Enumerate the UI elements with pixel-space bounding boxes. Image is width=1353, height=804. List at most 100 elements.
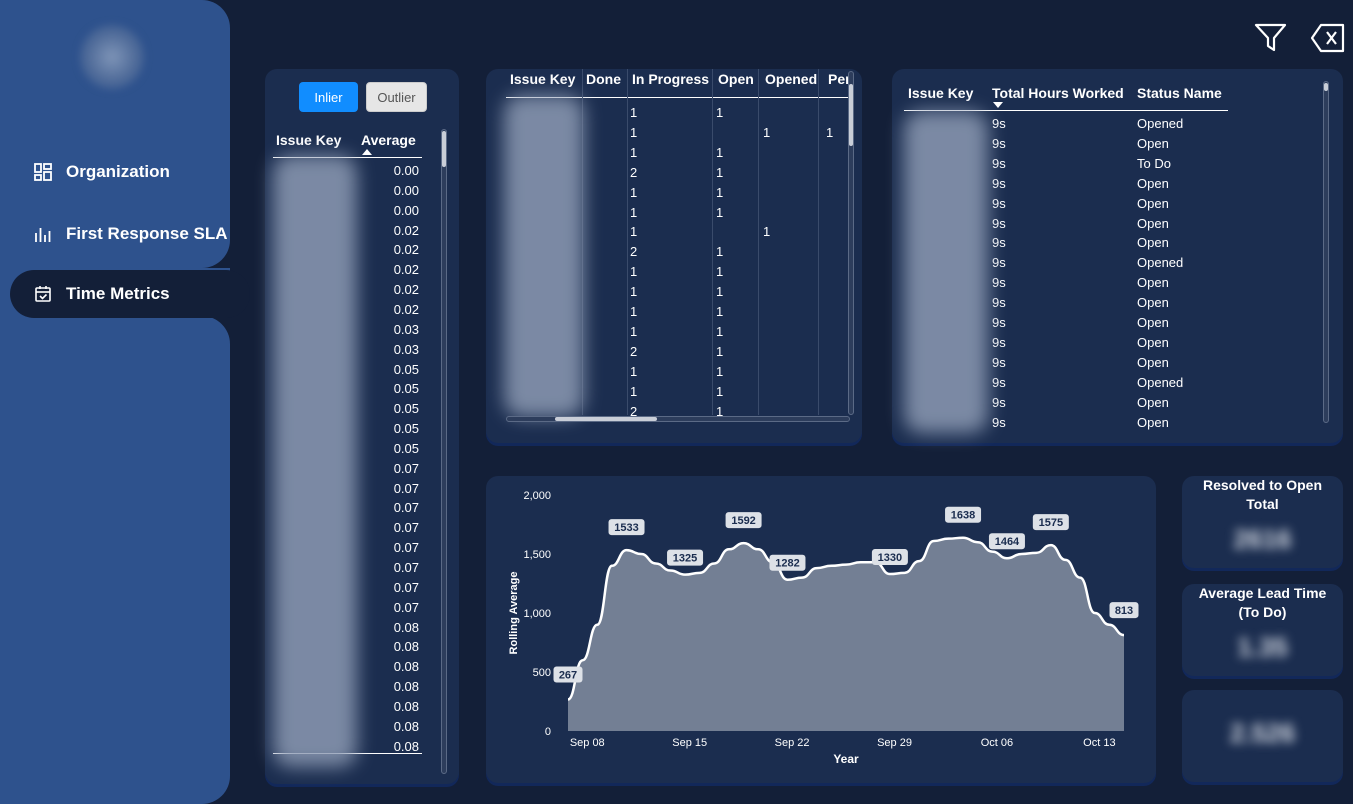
column-header[interactable]: Done [586, 71, 621, 87]
vertical-scrollbar[interactable] [848, 71, 854, 415]
status-cell: Open [1137, 295, 1169, 311]
scrollbar-thumb[interactable] [1324, 83, 1328, 91]
inlier-button[interactable]: Inlier [299, 82, 358, 112]
data-label: 1325 [673, 553, 697, 565]
table-cell: 1 [630, 264, 638, 280]
table-cell: 1 [630, 124, 638, 140]
sidebar-item-first-response-sla[interactable]: First Response SLA [10, 210, 230, 258]
data-label: 267 [559, 669, 577, 681]
column-header-issue-key[interactable]: Issue Key [276, 132, 341, 148]
status-cell: Open [1137, 275, 1169, 291]
table-cell: 1 [630, 144, 638, 160]
sort-descending-icon [993, 102, 1003, 108]
hours-cell: 9s [992, 394, 1006, 410]
sort-ascending-icon [362, 149, 372, 155]
average-cell: 0.05 [393, 361, 419, 377]
status-cell: Open [1137, 195, 1169, 211]
sidebar [0, 0, 230, 804]
hours-cell: 9s [992, 235, 1006, 251]
redacted-issue-keys [904, 111, 988, 433]
y-tick-label: 2,000 [523, 490, 551, 502]
table-cell: 1 [630, 184, 638, 200]
column-header[interactable]: Open [718, 71, 754, 87]
average-cell: 0.02 [393, 282, 419, 298]
table-cell: 1 [716, 264, 724, 280]
status-cell: Opened [1137, 374, 1184, 390]
data-label: 1464 [995, 536, 1020, 548]
sidebar-item-time-metrics[interactable]: Time Metrics [10, 270, 250, 318]
table-cell: 1 [716, 284, 724, 300]
average-cell: 0.02 [393, 222, 419, 238]
kpi-title: Average Lead Time (To Do) [1198, 585, 1327, 620]
table-cell: 1 [716, 343, 724, 359]
hours-cell: 9s [992, 275, 1006, 291]
table-cell: 1 [763, 224, 771, 240]
column-separator [627, 69, 628, 415]
average-cell: 0.08 [393, 639, 419, 655]
hours-cell: 9s [992, 315, 1006, 330]
table-cell: 1 [763, 124, 771, 140]
status-cell: Open [1137, 315, 1169, 330]
table-cell: 1 [630, 363, 638, 379]
status-cell: To Do [1137, 155, 1171, 171]
column-header-issue-key[interactable]: Issue Key [908, 85, 973, 101]
hours-cell: 9s [992, 255, 1006, 271]
data-label: 1575 [1039, 517, 1063, 529]
column-separator [818, 69, 819, 415]
y-tick-label: 1,500 [523, 549, 551, 561]
redacted-issue-keys [504, 95, 584, 417]
table-cell: 2 [630, 164, 638, 180]
table-cell: 1 [630, 204, 638, 220]
average-cell: 0.08 [393, 619, 419, 635]
status-cell: Opened [1137, 116, 1184, 131]
filter-icon[interactable] [1254, 22, 1288, 54]
data-label: 1533 [614, 522, 638, 534]
column-header[interactable]: In Progress [632, 71, 709, 87]
table-cell: 1 [716, 323, 724, 339]
vertical-scrollbar[interactable] [441, 129, 447, 774]
column-header[interactable]: Issue Key [510, 71, 575, 87]
average-cell: 0.00 [393, 182, 419, 198]
average-cell: 0.05 [393, 421, 419, 437]
hours-cell: 9s [992, 116, 1006, 131]
table-cell: 2 [630, 343, 638, 359]
scrollbar-thumb[interactable] [849, 84, 853, 146]
calendar-check-icon [32, 283, 54, 305]
y-tick-label: 0 [545, 726, 551, 738]
scrollbar-thumb[interactable] [442, 131, 446, 167]
average-cell: 0.08 [393, 738, 419, 754]
column-header-total-hours-worked[interactable]: Total Hours Worked [992, 85, 1124, 101]
average-cell: 0.07 [393, 599, 419, 615]
backspace-close-icon[interactable] [1310, 22, 1346, 54]
table-cell: 1 [716, 105, 724, 120]
average-cell: 0.07 [393, 520, 419, 536]
x-tick-label: Oct 06 [981, 737, 1013, 749]
area-fill [568, 537, 1124, 731]
vertical-scrollbar[interactable] [1323, 81, 1329, 423]
sidebar-item-organization[interactable]: Organization [10, 148, 230, 196]
column-header-average[interactable]: Average [361, 132, 416, 148]
sidebar-item-label: Time Metrics [66, 284, 170, 303]
data-label: 813 [1115, 605, 1133, 617]
column-header[interactable]: Opened [765, 71, 817, 87]
scrollbar-thumb[interactable] [555, 417, 657, 421]
avatar[interactable] [80, 25, 144, 89]
status-cell: Open [1137, 414, 1169, 430]
table-cell: 1 [630, 304, 638, 319]
table-cell: 1 [716, 164, 724, 180]
average-cell: 0.07 [393, 480, 419, 496]
data-label: 1638 [951, 510, 975, 522]
y-tick-label: 500 [533, 667, 551, 679]
x-tick-label: Sep 22 [775, 737, 810, 749]
data-label: 1592 [731, 515, 755, 527]
horizontal-scrollbar[interactable] [506, 416, 850, 422]
x-tick-label: Sep 15 [672, 737, 707, 749]
average-cell: 0.03 [393, 341, 419, 357]
rolling-average-chart: 0 500 1,000 1,500 2,000 Sep 08 Sep 15 Sep 22 Sep… [508, 490, 1139, 766]
outlier-button[interactable]: Outlier [366, 82, 427, 112]
column-header-status-name[interactable]: Status Name [1137, 85, 1222, 101]
x-axis-title: Year [833, 752, 859, 766]
status-cell: Open [1137, 394, 1169, 410]
table-cell: 1 [716, 363, 724, 379]
kpi-card-resolved-to-open: Resolved to Open Total 2616 [1182, 476, 1343, 568]
